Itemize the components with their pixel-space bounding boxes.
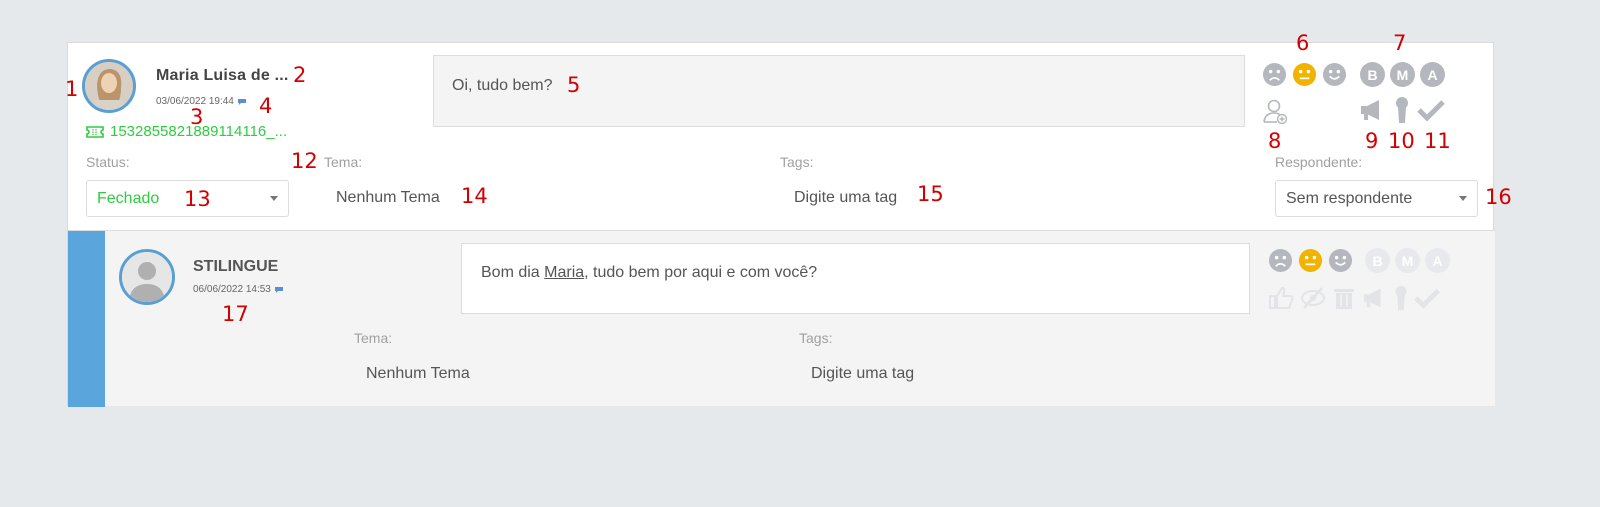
- tags-input[interactable]: Digite uma tag: [794, 189, 897, 207]
- annotation-2: 2: [293, 63, 307, 87]
- annotation-7: 7: [1393, 31, 1407, 55]
- keyhole-icon[interactable]: [1395, 96, 1409, 124]
- annotation-1: 1: [65, 77, 79, 101]
- annotation-8: 8: [1268, 129, 1282, 153]
- priority-low-button[interactable]: B: [1360, 62, 1385, 87]
- priority-medium-button[interactable]: M: [1390, 62, 1415, 87]
- annotation-12: 12: [291, 149, 318, 173]
- happy-face-icon[interactable]: [1322, 62, 1347, 87]
- reply-message: STILINGUE 06/06/2022 14:53 Bom dia Maria…: [68, 230, 1495, 407]
- annotation-10: 10: [1388, 129, 1415, 153]
- timestamp-text: 06/06/2022 14:53: [193, 284, 271, 295]
- brand-avatar[interactable]: [119, 249, 175, 305]
- tags-input[interactable]: Digite uma tag: [811, 365, 914, 383]
- thumbs-up-icon[interactable]: [1268, 286, 1294, 310]
- annotation-17: 17: [222, 302, 249, 326]
- sentiment-selector: [1262, 62, 1347, 87]
- message-text: Oi, tudo bem?: [452, 77, 553, 94]
- respondente-value: Sem respondente: [1286, 189, 1413, 207]
- status-label: Status:: [86, 154, 130, 170]
- annotation-13: 13: [184, 187, 211, 211]
- priority-selector: B M A: [1360, 62, 1445, 87]
- annotation-14: 14: [461, 184, 488, 208]
- message-text: , tudo bem por aqui e com você?: [584, 264, 818, 281]
- neutral-face-icon[interactable]: [1292, 62, 1317, 87]
- sad-face-icon[interactable]: [1268, 248, 1293, 273]
- conversation-card: Maria Luisa de ... 03/06/2022 19:44 1532…: [67, 42, 1495, 407]
- tema-selector[interactable]: Nenhum Tema: [336, 189, 440, 207]
- annotation-16: 16: [1485, 185, 1512, 209]
- add-user-icon[interactable]: [1263, 98, 1289, 124]
- reply-indicator-bar: [68, 231, 105, 407]
- reply-actions: [1268, 285, 1440, 311]
- tags-label: Tags:: [799, 330, 833, 346]
- mention-link[interactable]: Maria: [544, 264, 584, 281]
- tema-label: Tema:: [324, 154, 363, 170]
- sad-face-icon[interactable]: [1262, 62, 1287, 87]
- message-text: Bom dia: [481, 264, 545, 281]
- priority-selector: B M A: [1365, 248, 1450, 273]
- ticket-icon: [86, 125, 104, 138]
- checkmark-icon[interactable]: [1414, 287, 1440, 309]
- megaphone-icon[interactable]: [1359, 98, 1387, 122]
- tema-label: Tema:: [354, 330, 393, 346]
- annotation-3: 3: [190, 105, 204, 129]
- neutral-face-icon[interactable]: [1298, 248, 1323, 273]
- annotation-4: 4: [259, 94, 273, 118]
- respondente-select[interactable]: Sem respondente: [1275, 180, 1478, 217]
- respondente-label: Respondente:: [1275, 154, 1363, 170]
- happy-face-icon[interactable]: [1328, 248, 1353, 273]
- priority-high-button[interactable]: A: [1420, 62, 1445, 87]
- priority-low-button[interactable]: B: [1365, 248, 1390, 273]
- trash-icon[interactable]: [1332, 286, 1356, 310]
- sentiment-selector: [1268, 248, 1353, 273]
- tags-label: Tags:: [780, 154, 814, 170]
- message-timestamp: 06/06/2022 14:53: [193, 284, 284, 295]
- author-name[interactable]: Maria Luisa de ...: [156, 67, 289, 85]
- hide-eye-icon[interactable]: [1300, 286, 1326, 310]
- chevron-down-icon: [270, 196, 278, 201]
- message-text-box: Bom dia Maria, tudo bem por aqui e com v…: [461, 243, 1250, 314]
- priority-medium-button[interactable]: M: [1395, 248, 1420, 273]
- message-text-box: Oi, tudo bem?: [433, 55, 1245, 127]
- annotation-15: 15: [917, 182, 944, 206]
- annotation-6: 6: [1296, 31, 1310, 55]
- annotation-5: 5: [567, 73, 581, 97]
- checkmark-icon[interactable]: [1417, 99, 1445, 121]
- priority-high-button[interactable]: A: [1425, 248, 1450, 273]
- ticket-link[interactable]: 1532855821889114116_...: [86, 123, 287, 140]
- status-value: Fechado: [97, 189, 160, 207]
- chevron-down-icon: [1459, 196, 1467, 201]
- author-name[interactable]: STILINGUE: [193, 258, 278, 276]
- keyhole-icon[interactable]: [1394, 285, 1408, 311]
- chat-bubble-icon[interactable]: [274, 286, 284, 294]
- megaphone-icon[interactable]: [1362, 286, 1388, 310]
- annotation-11: 11: [1424, 129, 1451, 153]
- tema-selector[interactable]: Nenhum Tema: [366, 365, 470, 383]
- author-avatar[interactable]: [82, 59, 136, 113]
- annotation-9: 9: [1365, 129, 1379, 153]
- chat-bubble-icon[interactable]: [237, 98, 247, 106]
